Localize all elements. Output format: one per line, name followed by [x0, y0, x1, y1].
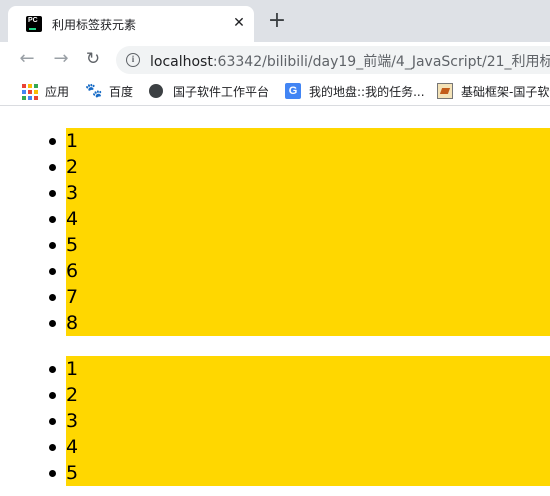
bullet-icon — [49, 190, 56, 197]
bullet-icon — [49, 138, 56, 145]
page-content: 1 2 3 4 5 6 7 8 1 2 3 4 5 — [0, 107, 550, 496]
bookmarks-bar: 应用 🐾 百度 国子软件工作平台 G 我的地盘::我的任务... 基础框架-国子… — [0, 76, 550, 106]
bookmark-label: 应用 — [45, 85, 70, 99]
new-tab-button[interactable]: + — [266, 10, 288, 32]
browser-toolbar: ← → ↻ i localhost:63342/bilibili/day19_前… — [0, 42, 550, 76]
bookmark-label: 基础框架-国子软件 — [461, 85, 550, 99]
tab-title: 利用标签获元素 — [52, 18, 137, 32]
bullet-icon — [49, 444, 56, 451]
forward-button[interactable]: → — [50, 48, 72, 70]
globe-icon — [149, 84, 163, 98]
bullet-icon — [49, 418, 56, 425]
bookmark-label: 百度 — [109, 85, 134, 99]
site-info-icon[interactable]: i — [126, 53, 140, 67]
g-icon: G — [285, 83, 301, 99]
list-item: 1 — [49, 128, 550, 154]
bullet-icon — [49, 320, 56, 327]
list-item: 2 — [49, 154, 550, 180]
list-item: 5 — [49, 232, 550, 258]
list-item: 8 — [49, 310, 550, 336]
second-list: 1 2 3 4 5 — [49, 356, 550, 486]
bookmark-label: 国子软件工作平台 — [173, 85, 270, 99]
pycharm-favicon-icon: PC — [26, 16, 42, 32]
close-tab-icon[interactable]: ✕ — [230, 14, 248, 32]
bullet-icon — [49, 392, 56, 399]
image-icon — [437, 83, 453, 99]
list-item: 7 — [49, 284, 550, 310]
first-list: 1 2 3 4 5 6 7 8 — [49, 128, 550, 336]
bullet-icon — [49, 294, 56, 301]
list-item: 4 — [49, 434, 550, 460]
apps-grid-icon — [21, 83, 38, 100]
address-bar[interactable]: i localhost:63342/bilibili/day19_前端/4_Ja… — [116, 46, 550, 74]
list-item: 4 — [49, 206, 550, 232]
bullet-icon — [49, 366, 56, 373]
list-item: 6 — [49, 258, 550, 284]
bullet-icon — [49, 164, 56, 171]
list-item: 2 — [49, 382, 550, 408]
bullet-icon — [49, 216, 56, 223]
bullet-icon — [49, 242, 56, 249]
url-text[interactable]: localhost:63342/bilibili/day19_前端/4_Java… — [150, 51, 550, 71]
tab-strip: PC 利用标签获元素 ✕ + — [0, 0, 550, 42]
list-item: 3 — [49, 408, 550, 434]
back-button[interactable]: ← — [16, 48, 38, 70]
list-item: 5 — [49, 460, 550, 486]
baidu-paw-icon: 🐾 — [85, 83, 103, 99]
list-item: 1 — [49, 356, 550, 382]
bullet-icon — [49, 470, 56, 477]
bullet-icon — [49, 268, 56, 275]
active-tab[interactable]: PC 利用标签获元素 ✕ — [8, 6, 254, 42]
reload-button[interactable]: ↻ — [82, 48, 104, 70]
bookmark-label: 我的地盘::我的任务... — [309, 85, 425, 99]
list-item: 3 — [49, 180, 550, 206]
